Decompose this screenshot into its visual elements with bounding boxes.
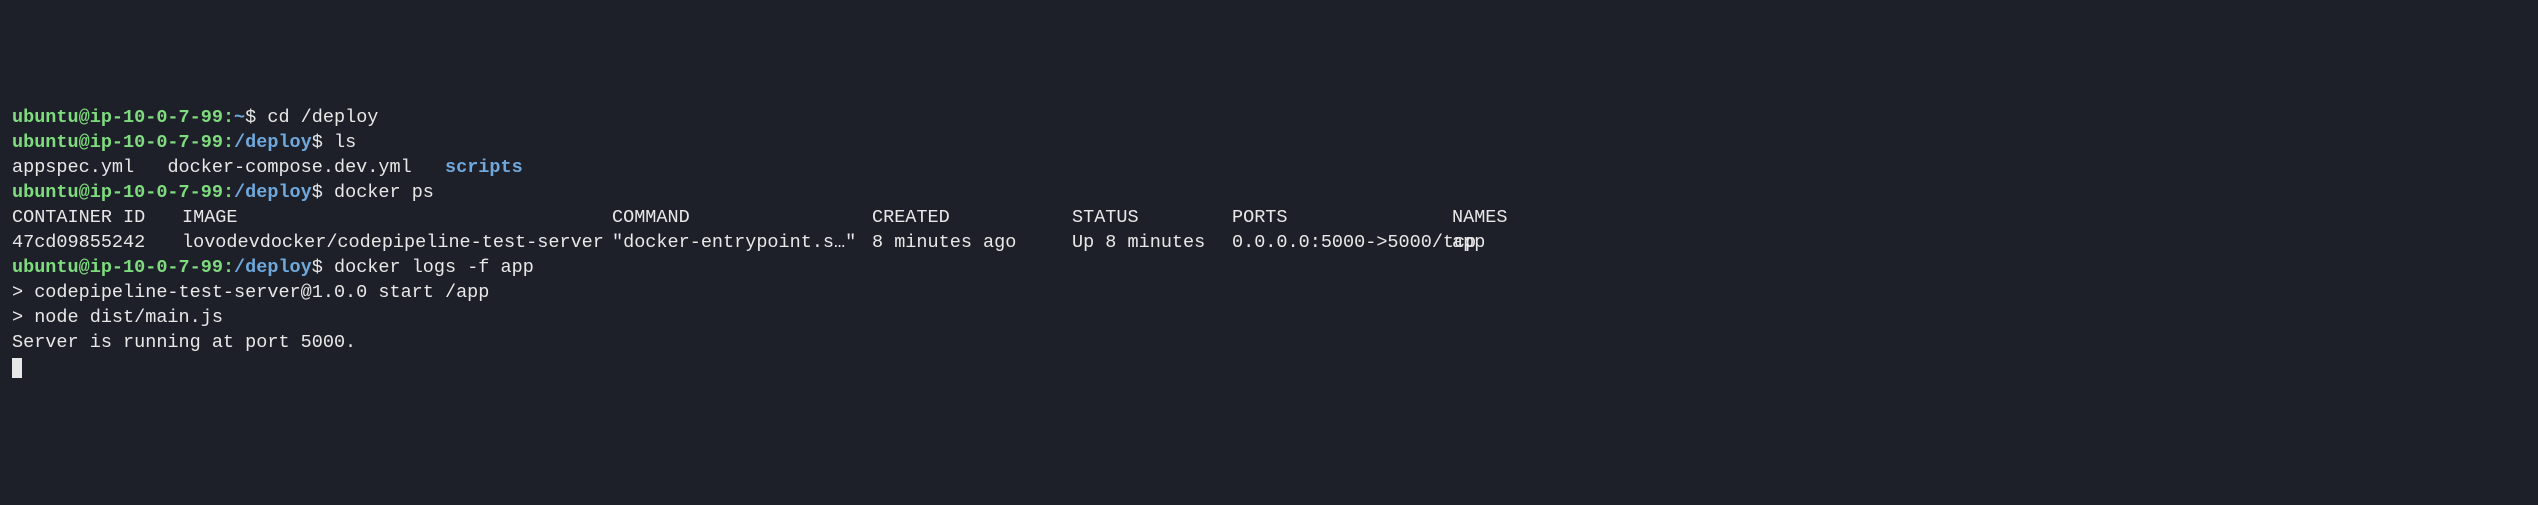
log-line: > node dist/main.js <box>12 306 2526 331</box>
cell-names: app <box>1452 231 1485 256</box>
prompt-line: ubuntu@ip-10-0-7-99:/deploy$ ls <box>12 131 2526 156</box>
log-line: > codepipeline-test-server@1.0.0 start /… <box>12 281 2526 306</box>
prompt-path: /deploy <box>234 132 312 153</box>
log-line: Server is running at port 5000. <box>12 331 2526 356</box>
header-command: COMMAND <box>612 206 872 231</box>
ls-file: docker-compose.dev.yml <box>167 157 411 178</box>
command-text: cd /deploy <box>267 107 378 128</box>
header-created: CREATED <box>872 206 1072 231</box>
prompt-path: /deploy <box>234 257 312 278</box>
ls-file: appspec.yml <box>12 157 134 178</box>
prompt-line: ubuntu@ip-10-0-7-99:/deploy$ docker ps <box>12 181 2526 206</box>
terminal-output[interactable]: ubuntu@ip-10-0-7-99:~$ cd /deployubuntu@… <box>12 106 2526 381</box>
cursor-line <box>12 356 2526 381</box>
prompt-path: ~ <box>234 107 245 128</box>
command-text: docker ps <box>334 182 434 203</box>
cell-image: lovodevdocker/codepipeline-test-server <box>182 231 612 256</box>
cell-ports: 0.0.0.0:5000->5000/tcp <box>1232 231 1452 256</box>
header-status: STATUS <box>1072 206 1232 231</box>
prompt-user-host: ubuntu@ip-10-0-7-99 <box>12 107 223 128</box>
terminal-cursor[interactable] <box>12 358 22 378</box>
cell-status: Up 8 minutes <box>1072 231 1232 256</box>
cell-command: "docker-entrypoint.s…" <box>612 231 872 256</box>
prompt-user-host: ubuntu@ip-10-0-7-99 <box>12 257 223 278</box>
prompt-line: ubuntu@ip-10-0-7-99:~$ cd /deploy <box>12 106 2526 131</box>
cell-created: 8 minutes ago <box>872 231 1072 256</box>
header-names: NAMES <box>1452 206 1508 231</box>
command-text: ls <box>334 132 356 153</box>
prompt-line: ubuntu@ip-10-0-7-99:/deploy$ docker logs… <box>12 256 2526 281</box>
header-ports: PORTS <box>1232 206 1452 231</box>
header-image: IMAGE <box>182 206 612 231</box>
prompt-user-host: ubuntu@ip-10-0-7-99 <box>12 182 223 203</box>
cell-container-id: 47cd09855242 <box>12 231 182 256</box>
header-container-id: CONTAINER ID <box>12 206 182 231</box>
ls-output: appspec.yml docker-compose.dev.yml scrip… <box>12 156 2526 181</box>
prompt-user-host: ubuntu@ip-10-0-7-99 <box>12 132 223 153</box>
docker-ps-row: 47cd09855242lovodevdocker/codepipeline-t… <box>12 231 2526 256</box>
command-text: docker logs -f app <box>334 257 534 278</box>
prompt-path: /deploy <box>234 182 312 203</box>
docker-ps-header: CONTAINER IDIMAGECOMMANDCREATEDSTATUSPOR… <box>12 206 2526 231</box>
ls-dir: scripts <box>445 157 523 178</box>
